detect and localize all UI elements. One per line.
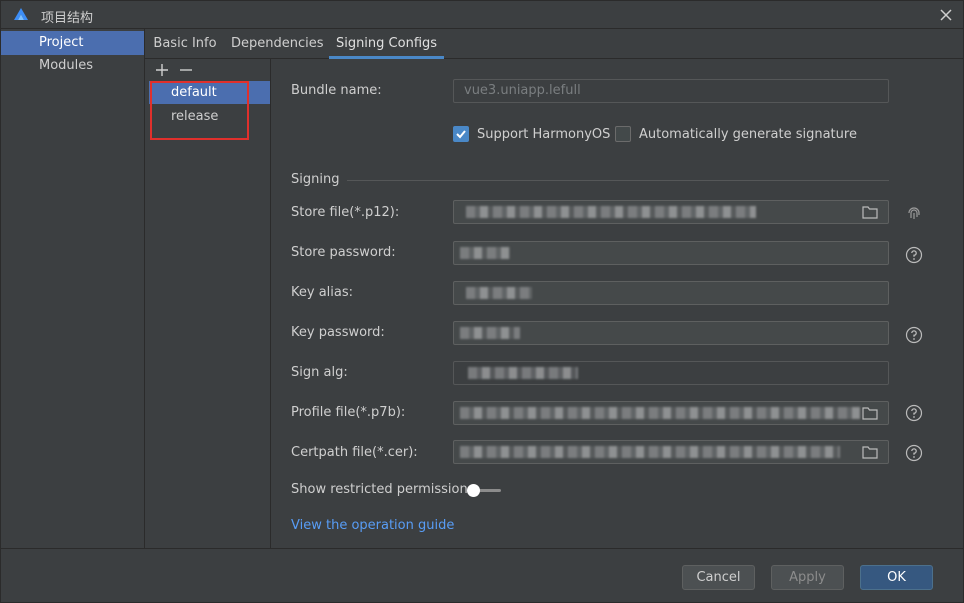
folder-icon[interactable]: [862, 445, 878, 459]
certpath-file-label: Certpath file(*.cer):: [291, 445, 418, 460]
apply-button[interactable]: Apply: [771, 565, 844, 590]
folder-icon[interactable]: [862, 406, 878, 420]
auto-generate-signature-checkbox[interactable]: [615, 126, 631, 142]
help-icon[interactable]: [905, 246, 923, 264]
bundle-name-field: vue3.uniapp.lefull: [453, 79, 889, 103]
sidebar-item-project[interactable]: Project: [1, 31, 144, 55]
operation-guide-link[interactable]: View the operation guide: [291, 518, 454, 533]
store-password-label: Store password:: [291, 245, 396, 260]
section-divider: [347, 180, 889, 181]
store-file-field[interactable]: [453, 200, 889, 224]
show-restricted-permissions-toggle[interactable]: [467, 484, 503, 498]
sign-alg-field: [453, 361, 889, 385]
support-harmonyos-label: Support HarmonyOS: [477, 127, 611, 142]
bundle-name-label: Bundle name:: [291, 83, 382, 98]
help-icon[interactable]: [905, 326, 923, 344]
config-item-release[interactable]: release: [149, 105, 270, 128]
key-password-label: Key password:: [291, 325, 385, 340]
cancel-button[interactable]: Cancel: [682, 565, 755, 590]
checkmark-icon: [456, 130, 466, 139]
config-item-default[interactable]: default: [149, 81, 270, 104]
sidebar-nav: Project Modules: [1, 29, 145, 548]
profile-file-label: Profile file(*.p7b):: [291, 405, 406, 420]
bundle-name-value: vue3.uniapp.lefull: [464, 83, 581, 98]
tab-bar: Basic Info Dependencies Signing Configs: [145, 29, 963, 59]
signing-config-form: Bundle name: vue3.uniapp.lefull Support …: [271, 59, 963, 548]
key-alias-label: Key alias:: [291, 285, 354, 300]
key-password-field[interactable]: [453, 321, 889, 345]
fingerprint-icon[interactable]: [905, 204, 923, 222]
close-icon[interactable]: [937, 6, 955, 24]
ok-button[interactable]: OK: [860, 565, 933, 590]
help-icon[interactable]: [905, 444, 923, 462]
profile-file-field[interactable]: [453, 401, 889, 425]
signing-config-list: default release: [145, 59, 271, 548]
remove-icon[interactable]: [179, 63, 193, 77]
tab-signing-configs[interactable]: Signing Configs: [329, 29, 444, 59]
signing-section-title: Signing: [291, 172, 340, 187]
project-structure-dialog: 项目结构 Project Modules Basic Info Dependen…: [0, 0, 964, 603]
certpath-file-field[interactable]: [453, 440, 889, 464]
sidebar-item-modules[interactable]: Modules: [1, 54, 144, 78]
dialog-footer: Cancel Apply OK: [1, 548, 963, 602]
add-icon[interactable]: [155, 63, 169, 77]
show-restricted-permissions-label: Show restricted permissions: [291, 482, 475, 497]
title-bar: 项目结构: [1, 1, 963, 29]
window-title: 项目结构: [41, 11, 94, 26]
help-icon[interactable]: [905, 404, 923, 422]
key-alias-field[interactable]: [453, 281, 889, 305]
store-password-field[interactable]: [453, 241, 889, 265]
app-logo-icon: [14, 8, 28, 20]
toggle-knob: [467, 484, 480, 497]
store-file-label: Store file(*.p12):: [291, 205, 400, 220]
support-harmonyos-checkbox[interactable]: [453, 126, 469, 142]
folder-icon[interactable]: [862, 205, 878, 219]
auto-generate-signature-label: Automatically generate signature: [639, 127, 857, 142]
tab-dependencies[interactable]: Dependencies: [231, 29, 324, 59]
sign-alg-label: Sign alg:: [291, 365, 348, 380]
tab-basic-info[interactable]: Basic Info: [149, 29, 221, 59]
